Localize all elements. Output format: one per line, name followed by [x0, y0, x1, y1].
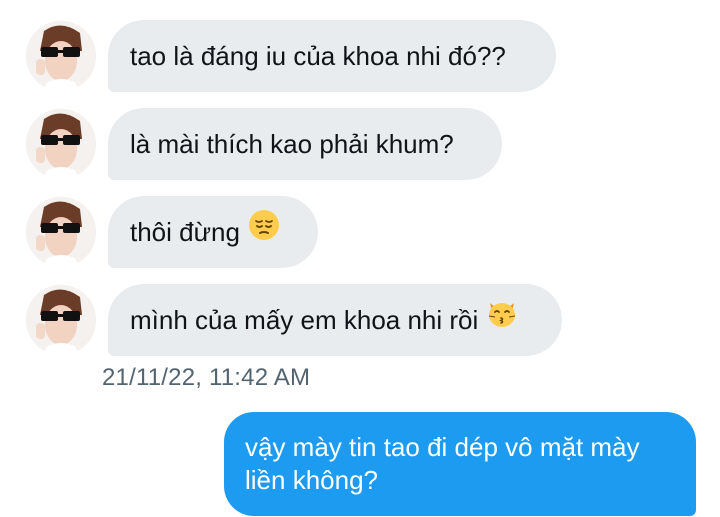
- received-message-bubble[interactable]: mình của mấy em khoa nhi rồi: [108, 284, 562, 356]
- avatar-image: [26, 197, 96, 267]
- message-text: tao là đáng iu của khoa nhi đó??: [130, 41, 506, 71]
- avatar[interactable]: [26, 21, 96, 91]
- avatar-image: [26, 285, 96, 355]
- message-text-line: vậy mày tin tao đi dép vô mặt mày: [245, 432, 640, 462]
- sent-message-bubble[interactable]: vậy mày tin tao đi dép vô mặt mày liền k…: [224, 412, 696, 516]
- chat-conversation: tao là đáng iu của khoa nhi đó?? là mài …: [0, 0, 720, 517]
- message-text: là mài thích kao phải khum?: [130, 129, 454, 159]
- received-message-bubble[interactable]: là mài thích kao phải khum?: [108, 108, 502, 180]
- avatar-image: [26, 21, 96, 91]
- avatar[interactable]: [26, 109, 96, 179]
- received-message-bubble[interactable]: tao là đáng iu của khoa nhi đó??: [108, 20, 556, 92]
- pensive-face-icon: [248, 196, 280, 268]
- message-text: thôi đừng: [130, 217, 240, 247]
- avatar[interactable]: [26, 197, 96, 267]
- avatar[interactable]: [26, 285, 96, 355]
- avatar-image: [26, 109, 96, 179]
- received-message-bubble[interactable]: thôi đừng: [108, 196, 318, 268]
- message-timestamp: 21/11/22, 11:42 AM: [102, 364, 311, 391]
- message-text: mình của mấy em khoa nhi rồi: [130, 305, 479, 335]
- message-text-line: liền không?: [245, 465, 378, 495]
- kissing-cat-icon: [486, 284, 518, 356]
